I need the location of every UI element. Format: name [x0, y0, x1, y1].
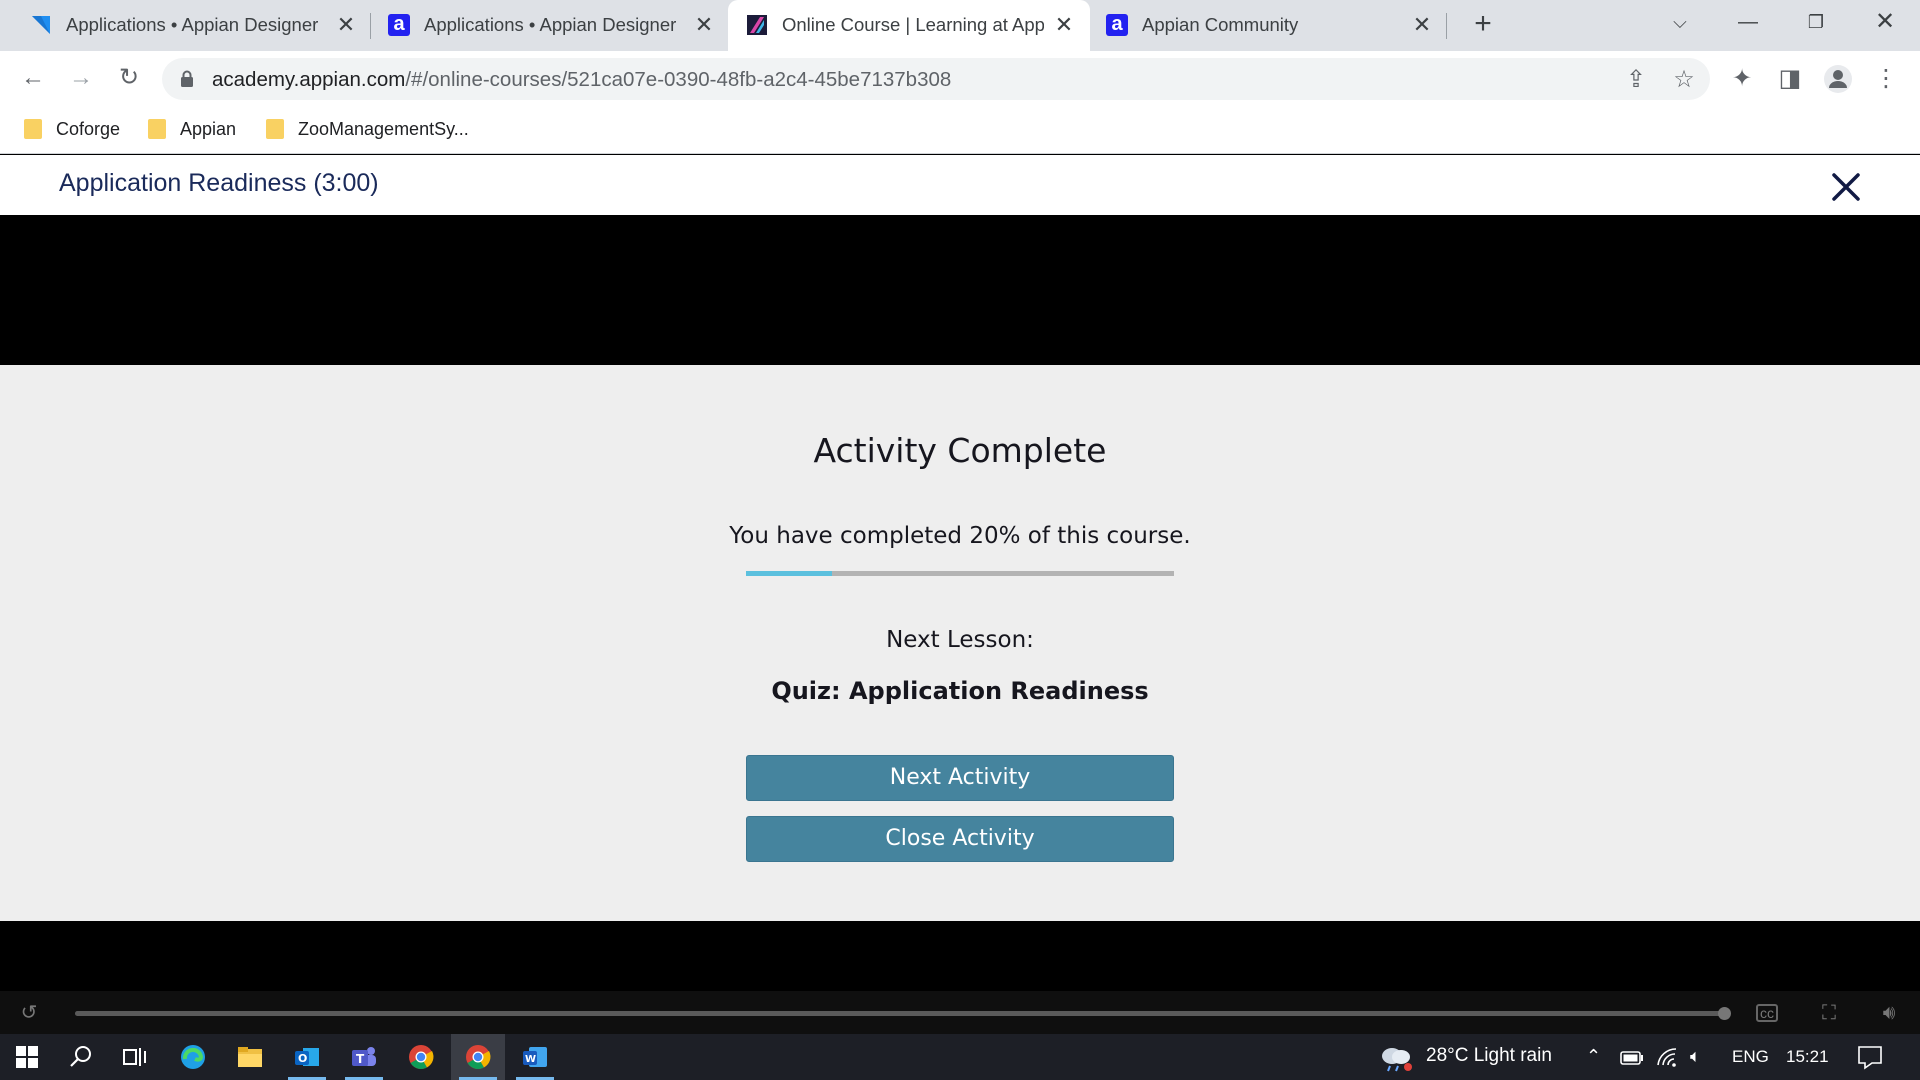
tab-title: Applications • Appian Designer: [66, 14, 319, 35]
tab-search-chevron-icon[interactable]: ⌵: [1650, 0, 1710, 44]
player-controls: ↺ cc ⛶ 🔊︎: [0, 991, 1920, 1034]
language-indicator[interactable]: ENG: [1732, 1047, 1769, 1067]
bookmark-star-icon[interactable]: ☆: [1670, 66, 1698, 94]
seek-handle[interactable]: [1718, 1007, 1731, 1020]
outlook-icon[interactable]: O: [280, 1034, 334, 1080]
folder-icon: [24, 119, 42, 139]
url-path: /#/online-courses/521ca07e-0390-48fb-a2c…: [405, 68, 952, 91]
tab-separator: [1446, 13, 1447, 39]
bookmark-label: ZooManagementSy...: [298, 118, 469, 139]
course-progress-bar: [746, 571, 1174, 576]
course-header: Application Readiness (3:00): [0, 155, 1920, 215]
battery-icon[interactable]: [1620, 1050, 1644, 1066]
tab-applications-designer-2[interactable]: a Applications • Appian Designer ✕: [358, 0, 728, 51]
side-panel-icon[interactable]: ◨: [1774, 63, 1806, 95]
chrome-active-icon[interactable]: [451, 1034, 505, 1080]
progress-text: You have completed 20% of this course.: [729, 523, 1191, 549]
task-view-icon[interactable]: [108, 1034, 162, 1080]
tab-close-icon[interactable]: ✕: [692, 12, 716, 38]
seek-bar-fill: [75, 1011, 1725, 1016]
tab-title: Online Course | Learning at Appian: [782, 14, 1044, 35]
fullscreen-icon[interactable]: ⛶: [1816, 1001, 1842, 1025]
appian-a-icon: a: [1106, 14, 1128, 36]
next-activity-button[interactable]: Next Activity: [746, 755, 1174, 801]
appian-a-icon: a: [388, 14, 410, 36]
lock-icon: [181, 70, 193, 87]
windows-taskbar: O T W 28°C Light rain ⌃ 🔈︎ ENG 15:21: [0, 1034, 1920, 1080]
clock-time[interactable]: 15:21: [1786, 1047, 1829, 1067]
search-icon[interactable]: [54, 1034, 108, 1080]
teams-icon[interactable]: T: [337, 1034, 391, 1080]
tab-close-icon[interactable]: ✕: [1052, 12, 1076, 38]
svg-text:T: T: [356, 1052, 365, 1066]
course-progress-fill: [746, 571, 832, 576]
video-letterbox-top: [0, 215, 1920, 365]
chrome-icon[interactable]: [394, 1034, 448, 1080]
close-activity-button[interactable]: Close Activity: [746, 816, 1174, 862]
extensions-puzzle-icon[interactable]: ✦: [1726, 63, 1758, 95]
activity-complete-panel: Activity Complete You have completed 20%…: [0, 365, 1920, 921]
reload-icon[interactable]: ↻: [114, 63, 144, 93]
tab-strip: Applications • Appian Designer ✕ a Appli…: [0, 0, 1920, 51]
tab-applications-designer-1[interactable]: Applications • Appian Designer ✕: [0, 0, 368, 51]
svg-text:O: O: [298, 1052, 307, 1065]
bookmarks-bar: Coforge Appian ZooManagementSy...: [0, 106, 1920, 154]
weather-text[interactable]: 28°C Light rain: [1426, 1045, 1552, 1067]
edge-browser-icon[interactable]: [166, 1034, 220, 1080]
video-letterbox-bottom: [0, 921, 1920, 991]
bookmark-zoomanagement[interactable]: ZooManagementSy...: [266, 116, 469, 142]
url-host: academy.appian.com: [212, 68, 406, 91]
folder-icon: [266, 119, 284, 139]
speaker-icon[interactable]: 🔈︎: [1690, 1046, 1701, 1067]
back-arrow-icon[interactable]: ←: [18, 63, 48, 93]
new-tab-plus-icon[interactable]: +: [1466, 8, 1500, 42]
volume-icon[interactable]: 🔊︎: [1876, 1001, 1902, 1025]
chevron-up-icon[interactable]: ⌃: [1586, 1046, 1601, 1067]
tab-appian-community[interactable]: a Appian Community ✕: [1076, 0, 1446, 51]
seek-bar[interactable]: [75, 1011, 1725, 1016]
next-lesson-label: Next Lesson:: [886, 627, 1034, 653]
close-course-x-icon[interactable]: [1826, 167, 1866, 207]
windows-start-icon[interactable]: [0, 1034, 54, 1080]
bookmark-label: Appian: [180, 118, 237, 139]
weather-rain-cloud-icon[interactable]: [1378, 1042, 1414, 1072]
replay-icon[interactable]: ↺: [16, 1001, 42, 1025]
tab-online-course[interactable]: Online Course | Learning at Appian ✕: [728, 0, 1090, 51]
window-close-icon[interactable]: ✕: [1855, 0, 1915, 44]
appian-designer-triangle-icon: [32, 16, 50, 34]
minimize-icon[interactable]: —: [1718, 0, 1778, 44]
course-title: Application Readiness (3:00): [59, 169, 379, 197]
closed-captions-icon[interactable]: cc: [1756, 1004, 1778, 1022]
word-icon[interactable]: W: [508, 1034, 562, 1080]
wifi-icon[interactable]: [1656, 1047, 1680, 1067]
bookmark-appian[interactable]: Appian: [148, 116, 236, 142]
url-text: academy.appian.com/#/online-courses/521c…: [212, 68, 951, 92]
profile-avatar-icon[interactable]: [1822, 63, 1854, 95]
tab-title: Appian Community: [1142, 14, 1299, 35]
file-explorer-icon[interactable]: [223, 1034, 277, 1080]
next-lesson-title: Quiz: Application Readiness: [771, 677, 1149, 705]
tab-close-icon[interactable]: ✕: [1410, 12, 1434, 38]
address-bar[interactable]: academy.appian.com/#/online-courses/521c…: [162, 58, 1710, 100]
notifications-icon[interactable]: [1856, 1044, 1884, 1070]
browser-toolbar: ← → ↻ academy.appian.com/#/online-course…: [0, 51, 1920, 106]
forward-arrow-icon[interactable]: →: [66, 63, 96, 93]
appian-academy-icon: [747, 15, 767, 35]
folder-icon: [148, 119, 166, 139]
bookmark-label: Coforge: [56, 118, 121, 139]
tab-title: Applications • Appian Designer: [424, 14, 677, 35]
share-icon[interactable]: ⇪: [1622, 66, 1650, 94]
menu-kebab-icon[interactable]: ⋮: [1870, 63, 1902, 95]
tab-close-icon[interactable]: ✕: [334, 12, 358, 38]
restore-icon[interactable]: ❐: [1786, 0, 1846, 44]
svg-text:W: W: [525, 1054, 536, 1065]
activity-heading: Activity Complete: [813, 431, 1107, 470]
bookmark-coforge[interactable]: Coforge: [24, 116, 120, 142]
